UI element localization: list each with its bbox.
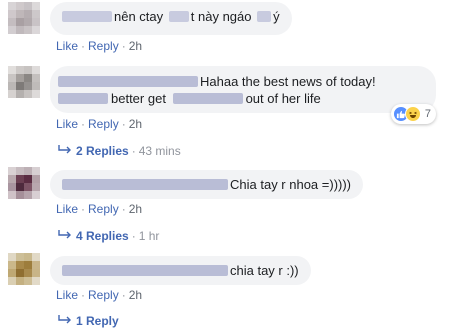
redacted-text: [168, 11, 189, 22]
separator: ·: [81, 39, 86, 53]
comment-text-part: t này ngáo: [190, 9, 252, 24]
reply-link[interactable]: Reply: [88, 117, 119, 131]
avatar[interactable]: [8, 2, 40, 34]
avatar[interactable]: [8, 167, 40, 199]
separator: ·: [81, 117, 86, 131]
reply-link[interactable]: Reply: [88, 39, 119, 53]
like-link[interactable]: Like: [56, 117, 78, 131]
comment-text: Chia tay r nhoa =))))): [230, 177, 352, 192]
separator: ·: [121, 117, 126, 131]
comment-actions: Like · Reply · 2h: [56, 202, 142, 216]
comment-actions: Like · Reply · 2h: [56, 117, 142, 131]
comment-text-part: ý: [273, 9, 280, 24]
comment-bubble: chia tay r :)): [50, 256, 311, 285]
timestamp[interactable]: 2h: [129, 288, 142, 302]
like-link[interactable]: Like: [56, 39, 78, 53]
replies-count[interactable]: 4 Replies: [76, 229, 129, 243]
timestamp[interactable]: 2h: [129, 202, 142, 216]
reply-link[interactable]: Reply: [88, 202, 119, 216]
comment-actions: Like · Reply · 2h: [56, 39, 142, 53]
separator: ·: [131, 229, 136, 243]
timestamp[interactable]: 2h: [129, 39, 142, 53]
separator: ·: [81, 288, 86, 302]
reply-arrow-icon: [58, 145, 72, 154]
redacted-name: [62, 11, 112, 22]
comment-bubble: Chia tay r nhoa =))))): [50, 170, 364, 199]
separator: ·: [121, 288, 126, 302]
comment-text: chia tay r :)): [230, 263, 299, 278]
reply-arrow-icon: [58, 230, 72, 239]
like-link[interactable]: Like: [56, 202, 78, 216]
reply-arrow-icon: [58, 315, 72, 324]
redacted-text: [257, 11, 272, 22]
timestamp[interactable]: 2h: [129, 117, 142, 131]
separator: ·: [121, 39, 126, 53]
separator: ·: [121, 202, 126, 216]
reaction-count: 7: [424, 108, 431, 120]
redacted-name: [62, 265, 228, 276]
redacted-name: [58, 93, 108, 104]
comment-bubble: nên ctay t này ngáo ý: [50, 2, 292, 35]
avatar[interactable]: [8, 253, 40, 285]
replies-count[interactable]: 2 Replies: [76, 144, 129, 158]
comment-text-part: better get: [111, 91, 166, 106]
replies-time: 43 mins: [138, 144, 181, 158]
view-replies[interactable]: 2 Replies · 43 mins: [58, 144, 181, 158]
avatar[interactable]: [8, 66, 40, 98]
comment-actions: Like · Reply · 2h: [56, 288, 142, 302]
comment-text: Hahaa the best news of today!: [200, 74, 376, 89]
comment-bubble: Hahaa the best news of today! better get…: [50, 66, 436, 113]
separator: ·: [131, 144, 136, 158]
redacted-name: [58, 76, 198, 87]
like-link[interactable]: Like: [56, 288, 78, 302]
comment-text-part: out of her life: [245, 91, 321, 106]
replies-time: 1 hr: [138, 229, 160, 243]
redacted-name: [172, 93, 243, 104]
haha-reaction-icon: [404, 106, 421, 122]
redacted-name: [62, 179, 228, 190]
reply-link[interactable]: Reply: [88, 288, 119, 302]
separator: ·: [81, 202, 86, 216]
replies-count[interactable]: 1 Reply: [76, 314, 119, 328]
view-replies[interactable]: 1 Reply: [58, 314, 119, 328]
reactions-summary[interactable]: 7: [390, 104, 436, 124]
comment-text: nên ctay: [114, 9, 164, 24]
view-replies[interactable]: 4 Replies · 1 hr: [58, 229, 159, 243]
